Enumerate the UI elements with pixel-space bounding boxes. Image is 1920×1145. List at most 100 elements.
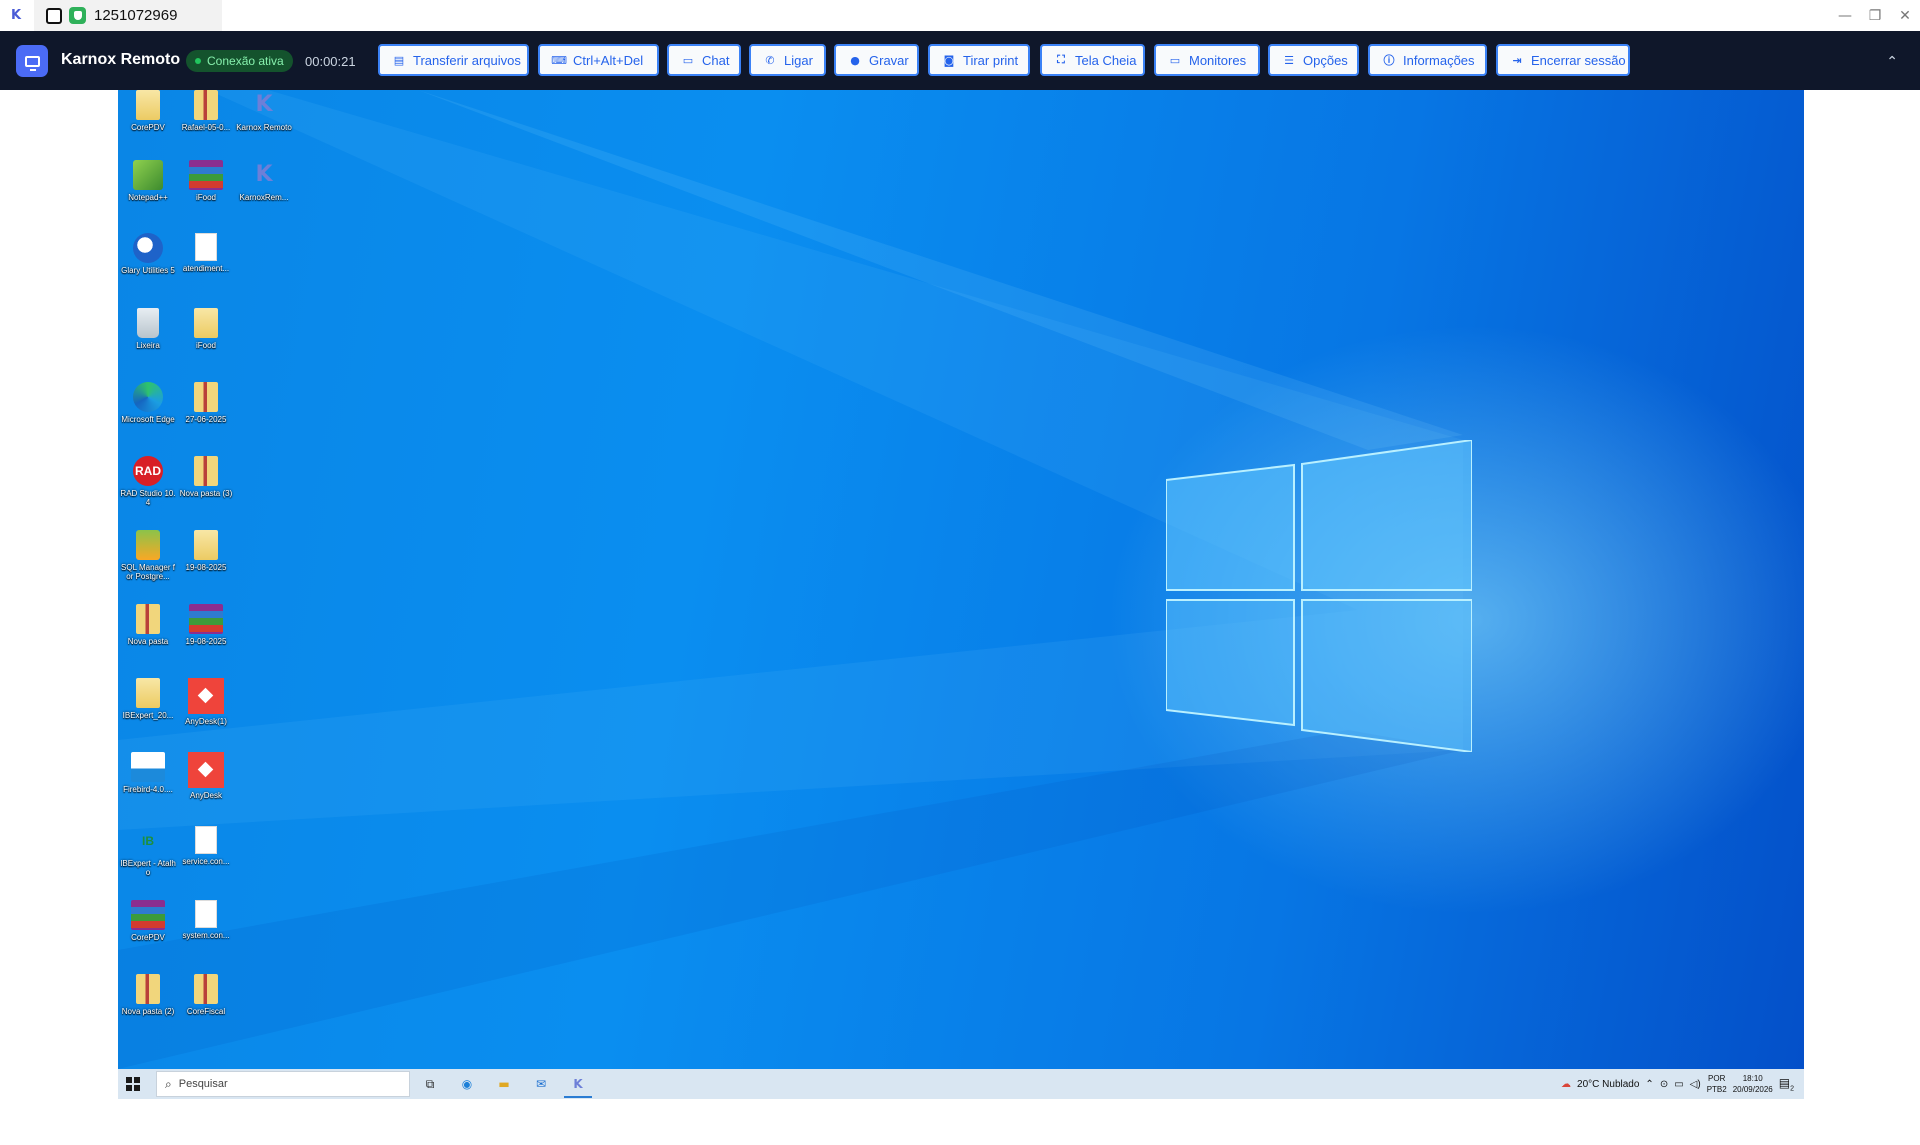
- zip-folder-icon: [194, 90, 218, 120]
- desktop-icon-19-08-2025-folder[interactable]: 19-08-2025: [178, 530, 234, 572]
- task-view-icon[interactable]: ⧉: [421, 1075, 439, 1093]
- display-icon[interactable]: ▭: [1674, 1079, 1683, 1090]
- desktop-icon-corepdv-folder[interactable]: CorePDV: [120, 90, 176, 132]
- desktop-icon-glary-utilities[interactable]: Glary Utilities 5: [120, 233, 176, 275]
- taskbar-search-input[interactable]: ⌕ Pesquisar: [156, 1071, 410, 1097]
- desktop-icon-27-06-2025[interactable]: 27-06-2025: [178, 382, 234, 424]
- winrar-archive-icon: [189, 160, 223, 190]
- session-tab[interactable]: 1251072969: [34, 0, 222, 31]
- brand-name: Karnox Remoto: [61, 51, 181, 68]
- monitors-button[interactable]: ▭ Monitores: [1154, 44, 1260, 76]
- desktop-icon-ifood-folder[interactable]: iFood: [178, 308, 234, 350]
- transfer-files-button[interactable]: ▤ Transferir arquivos: [378, 44, 529, 76]
- edge-taskbar-icon[interactable]: ◉: [458, 1075, 476, 1093]
- desktop-icon-label: 27-06-2025: [185, 415, 227, 424]
- desktop-icon-label: Microsoft Edge: [121, 415, 175, 424]
- zip-folder-icon: [194, 382, 218, 412]
- info-button[interactable]: ⓘ Informações: [1368, 44, 1487, 76]
- clock[interactable]: 18:10 20/09/2026: [1733, 1073, 1773, 1095]
- volume-icon[interactable]: ◁): [1690, 1079, 1701, 1090]
- anydesk-icon: [188, 678, 224, 714]
- edge-browser-icon: [133, 382, 163, 412]
- desktop-icon-sql-manager[interactable]: SQL Manager for Postgre...: [120, 530, 176, 581]
- close-button[interactable]: ✕: [1890, 0, 1920, 31]
- weather-icon: ☁: [1561, 1078, 1572, 1090]
- options-label: Opções: [1303, 52, 1348, 68]
- karnox-app-icon: K: [255, 92, 273, 117]
- firebird-installer-icon: [131, 752, 165, 782]
- desktop-icon-label: Nova pasta (3): [179, 489, 233, 498]
- network-icon[interactable]: ⊙: [1660, 1079, 1668, 1090]
- call-button[interactable]: ✆ Ligar: [749, 44, 826, 76]
- collapse-toolbar-icon[interactable]: ⌃: [1886, 54, 1898, 70]
- sliders-icon: ☰: [1284, 53, 1294, 67]
- window-title-bar: K 1251072969 — ❐ ✕: [0, 0, 1920, 31]
- options-button[interactable]: ☰ Opções: [1268, 44, 1359, 76]
- desktop-icon-rafael-folder[interactable]: Rafael-05-0...: [178, 90, 234, 132]
- camera-icon: ◙: [943, 53, 955, 67]
- desktop-icon-label: iFood: [195, 341, 216, 350]
- desktop-icon-system-con[interactable]: system.con...: [178, 900, 234, 940]
- chevron-up-icon[interactable]: ⌃: [1645, 1079, 1653, 1090]
- desktop-icon-label: AnyDesk(1): [185, 717, 227, 726]
- desktop-icon-karnoxrem[interactable]: K KarnoxRem...: [236, 160, 292, 202]
- desktop-icon-corefiscal[interactable]: CoreFiscal: [178, 974, 234, 1016]
- logout-icon: ⇥: [1512, 53, 1522, 67]
- windows-start-icon[interactable]: [126, 1077, 140, 1091]
- chat-button[interactable]: ▭ Chat: [667, 44, 741, 76]
- search-placeholder: Pesquisar: [178, 1078, 228, 1090]
- desktop-icon-service-con[interactable]: service.con...: [178, 826, 234, 866]
- screenshot-button[interactable]: ◙ Tirar print: [928, 44, 1030, 76]
- file-upload-icon: ▤: [393, 53, 405, 67]
- desktop-icon-nova-pasta-2[interactable]: Nova pasta (2): [120, 974, 176, 1016]
- keyboard-layout: PTB2: [1706, 1085, 1727, 1094]
- desktop-icon-microsoft-edge[interactable]: Microsoft Edge: [120, 382, 176, 424]
- weather-text[interactable]: 20°C Nublado: [1577, 1079, 1639, 1090]
- notification-count: 2: [1790, 1085, 1794, 1093]
- karnox-app-icon: K: [10, 8, 22, 23]
- notification-icon[interactable]: ▤2: [1779, 1076, 1794, 1092]
- desktop-icon-firebird[interactable]: Firebird-4.0....: [120, 752, 176, 794]
- remote-desktop-view[interactable]: CorePDV Rafael-05-0... K Karnox Remoto N…: [118, 90, 1804, 1099]
- desktop-icon-rad-studio[interactable]: RAD RAD Studio 10.4: [120, 456, 176, 507]
- document-icon: [195, 826, 217, 854]
- desktop-icon-label: Notepad++: [128, 193, 168, 202]
- desktop-icon-nova-pasta[interactable]: Nova pasta: [120, 604, 176, 646]
- remote-toolbar: Karnox Remoto Conexão ativa 00:00:21 ▤ Tr…: [0, 31, 1920, 90]
- session-timer: 00:00:21: [305, 54, 356, 69]
- session-id: 1251072969: [94, 7, 178, 24]
- desktop-icon-anydesk[interactable]: AnyDesk: [178, 752, 234, 800]
- desktop-icon-notepadpp[interactable]: Notepad++: [120, 160, 176, 202]
- record-label: Gravar: [869, 52, 909, 68]
- desktop-icon-ifood-rar[interactable]: iFood: [178, 160, 234, 202]
- folder-icon: [194, 530, 218, 560]
- desktop-icon-karnox-remoto[interactable]: K Karnox Remoto: [236, 90, 292, 132]
- desktop-icon-ibexpert-folder[interactable]: IBExpert_20...: [120, 678, 176, 720]
- restore-button[interactable]: ❐: [1860, 0, 1890, 31]
- karnox-taskbar-icon[interactable]: K: [569, 1075, 587, 1093]
- desktop-icon-label: Karnox Remoto: [236, 123, 292, 132]
- document-icon: [195, 233, 217, 261]
- desktop-icon-atendimento[interactable]: atendiment...: [178, 233, 234, 273]
- fullscreen-label: Tela Cheia: [1075, 52, 1137, 68]
- system-tray: ☁ 20°C Nublado ⌃ ⊙ ▭ ◁) POR PTB2 18:10 2…: [1555, 1069, 1794, 1099]
- desktop-icon-ibexpert-atalho[interactable]: IB IBExpert - Atalho: [120, 826, 176, 877]
- mail-icon[interactable]: ✉: [532, 1075, 550, 1093]
- minimize-button[interactable]: —: [1830, 0, 1860, 31]
- desktop-icon-nova-pasta-3[interactable]: Nova pasta (3): [178, 456, 234, 498]
- transfer-files-label: Transferir arquivos: [413, 52, 521, 68]
- fullscreen-button[interactable]: ⛶ Tela Cheia: [1040, 44, 1145, 76]
- file-explorer-icon[interactable]: ▬: [495, 1075, 513, 1093]
- language-indicator[interactable]: POR PTB2: [1707, 1073, 1727, 1095]
- ctrl-alt-del-button[interactable]: ⌨ Ctrl+Alt+Del: [538, 44, 659, 76]
- desktop-icon-anydesk-1[interactable]: AnyDesk(1): [178, 678, 234, 726]
- desktop-icon-corepdv-rar[interactable]: CorePDV: [120, 900, 176, 942]
- call-label: Ligar: [784, 52, 813, 68]
- winrar-archive-icon: [131, 900, 165, 930]
- desktop-icon-lixeira[interactable]: Lixeira: [120, 308, 176, 350]
- record-button[interactable]: ● Gravar: [834, 44, 919, 76]
- desktop-icon-19-08-2025-rar[interactable]: 19-08-2025: [178, 604, 234, 646]
- chat-label: Chat: [702, 52, 730, 68]
- desktop-icon-label: atendiment...: [182, 264, 230, 273]
- end-session-button[interactable]: ⇥ Encerrar sessão: [1496, 44, 1630, 76]
